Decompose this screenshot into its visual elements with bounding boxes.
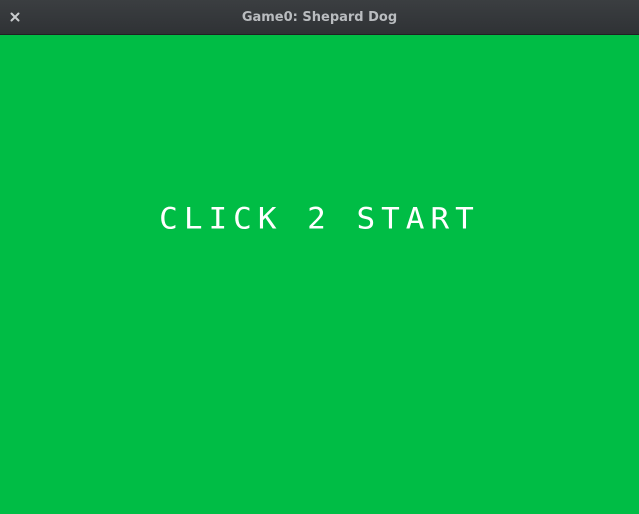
game-window: Game0: Shepard Dog CLICK 2 START — [0, 0, 639, 514]
game-canvas[interactable]: CLICK 2 START — [0, 35, 639, 514]
titlebar[interactable]: Game0: Shepard Dog — [0, 0, 639, 35]
start-prompt: CLICK 2 START — [159, 201, 480, 237]
window-title: Game0: Shepard Dog — [241, 10, 398, 25]
